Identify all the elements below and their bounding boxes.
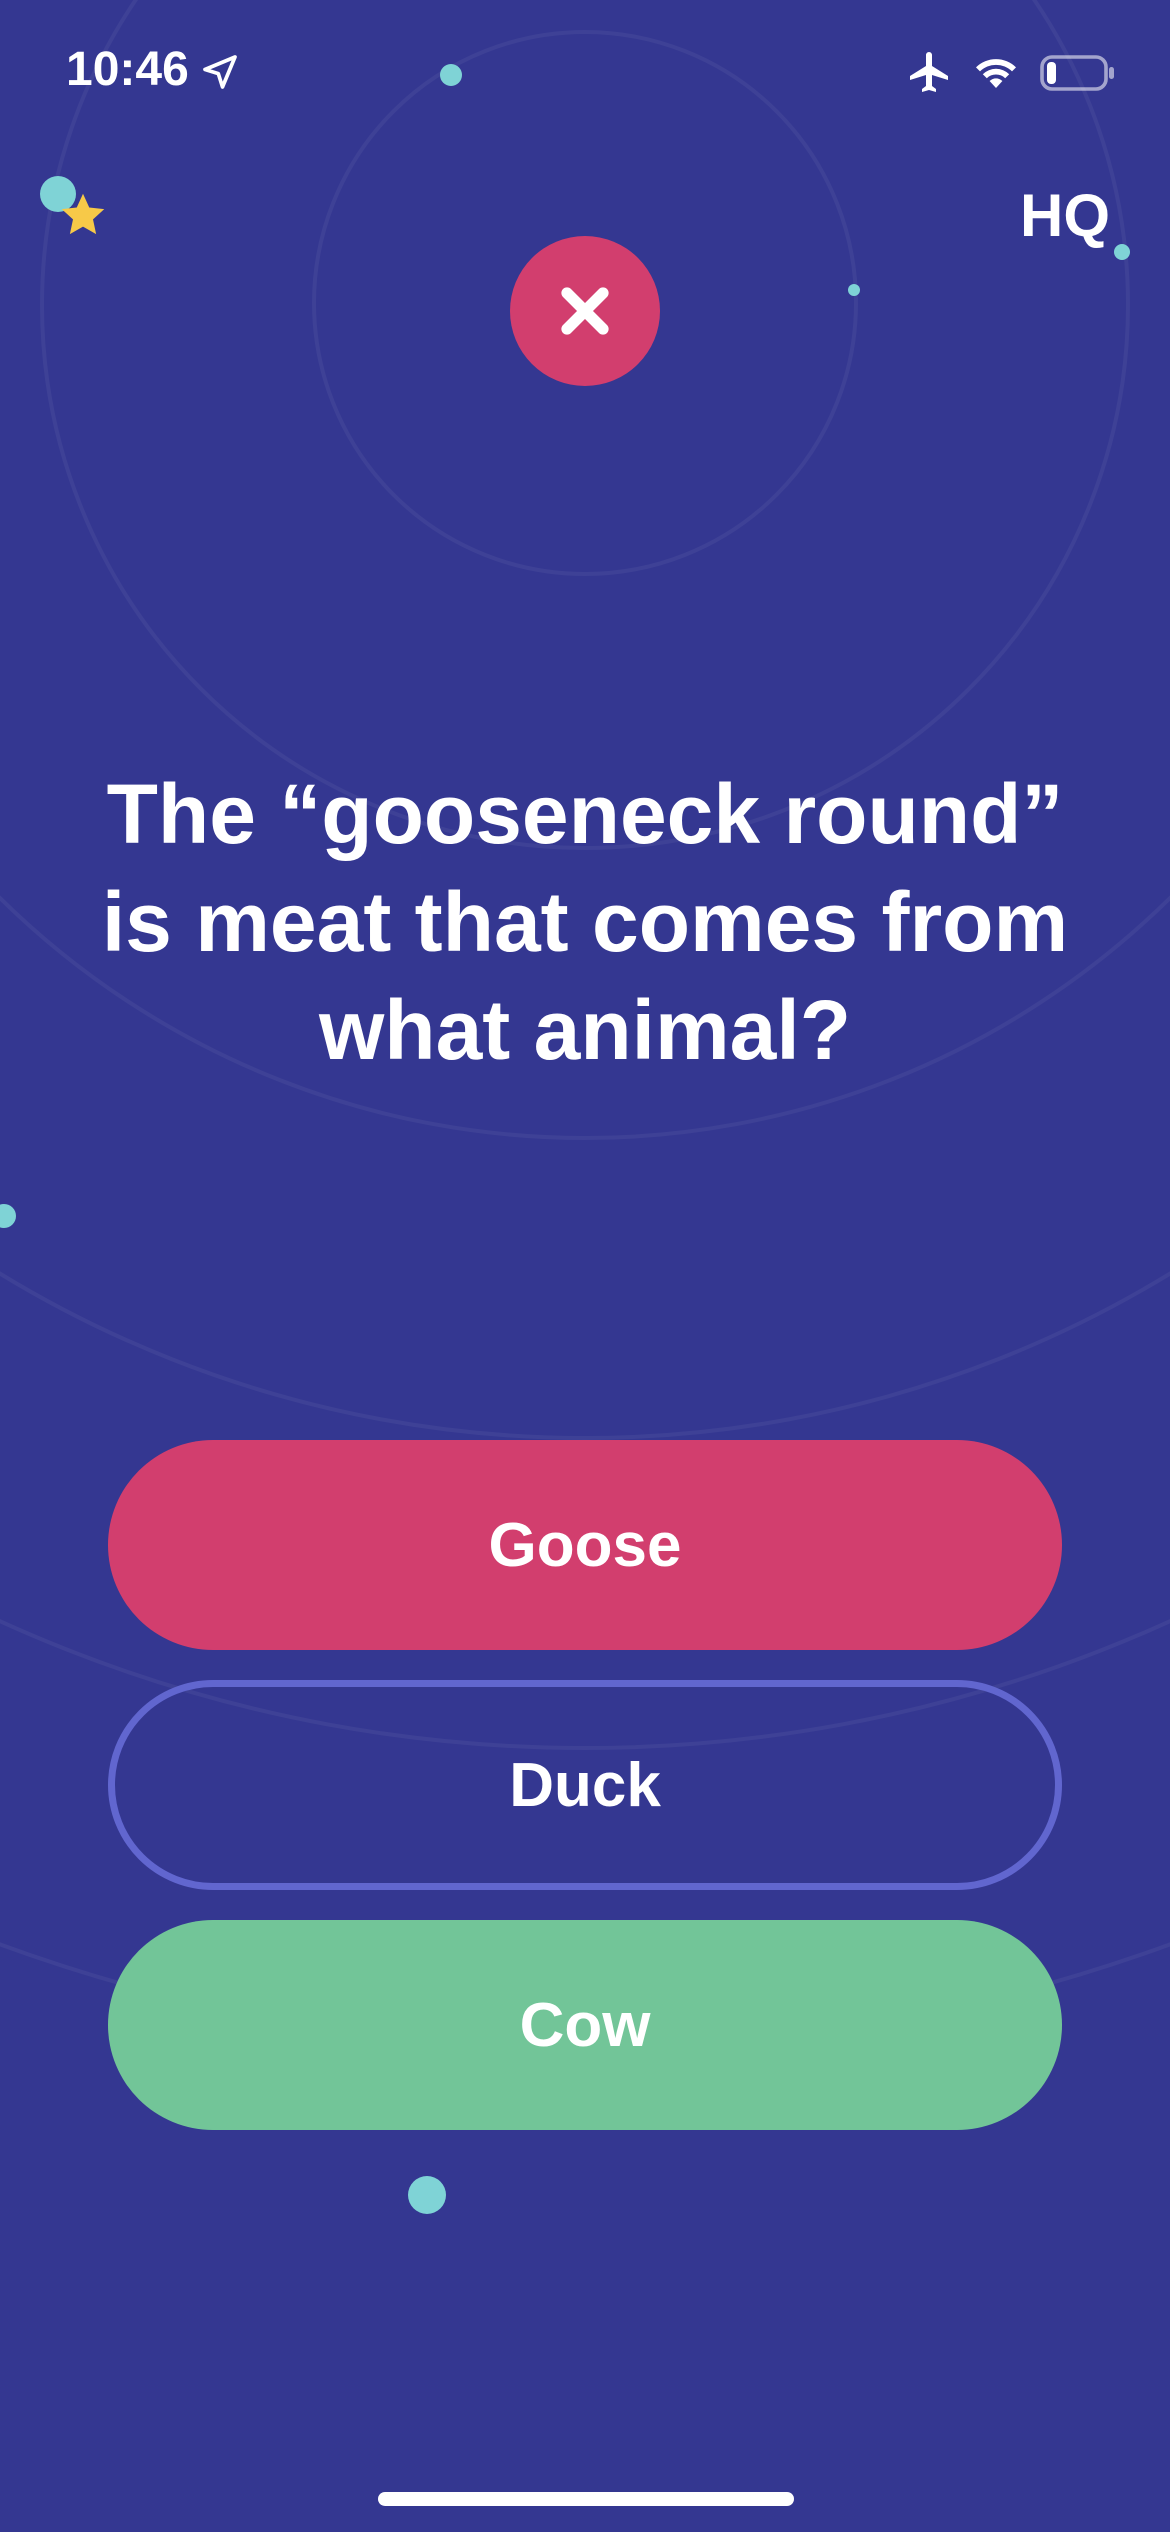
answer-option-duck[interactable]: Duck [108,1680,1062,1890]
home-indicator[interactable] [378,2492,794,2506]
answer-option-goose[interactable]: Goose [108,1440,1062,1650]
question-text: The “gooseneck round” is meat that comes… [101,767,1069,1077]
svg-text:HQ: HQ [1020,182,1110,249]
answer-label: Cow [519,1990,651,2060]
battery-icon [1040,55,1114,91]
wifi-icon [976,59,1016,88]
answer-option-cow[interactable]: Cow [108,1920,1062,2130]
wrong-answer-badge [510,236,660,386]
status-bar: 10:46 [0,0,1170,150]
answer-label: Duck [509,1750,661,1820]
star-icon [61,193,105,235]
answer-label: Goose [488,1510,682,1580]
location-arrow-icon [203,55,237,89]
hq-logo: HQ [1020,182,1110,249]
status-time: 10:46 [66,43,189,96]
decorative-dot [408,2176,446,2214]
airplane-icon [910,52,948,92]
decorative-dot [848,284,860,296]
game-screen: 10:46 HQ The “gooseneck round” is meat t… [0,0,1170,2532]
x-icon [561,287,609,335]
